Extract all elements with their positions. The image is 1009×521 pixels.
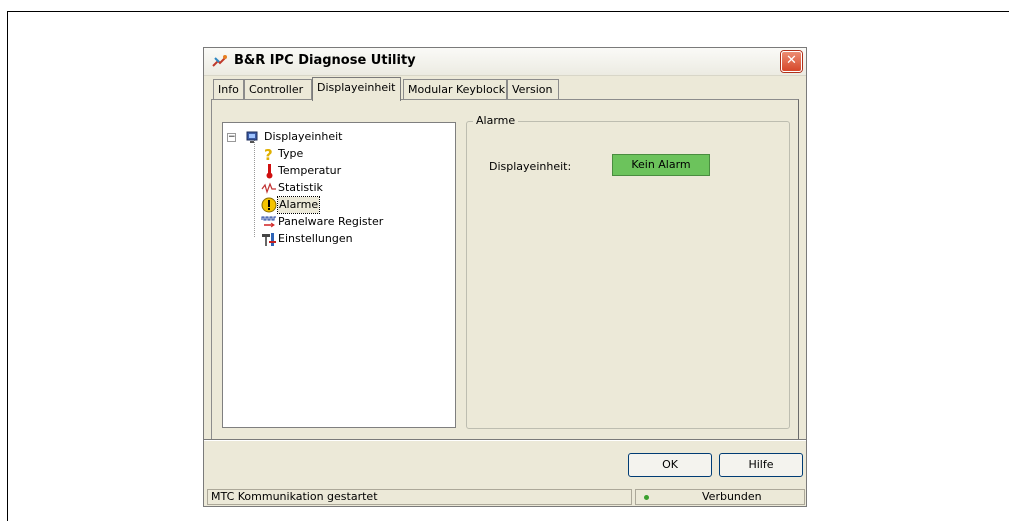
svg-text:?: ? [264, 146, 273, 162]
tree-label: Statistik [278, 181, 323, 194]
connection-led-icon [644, 495, 649, 500]
collapse-icon[interactable]: − [227, 133, 236, 142]
close-button[interactable]: ✕ [781, 51, 802, 72]
tab-info[interactable]: Info [213, 79, 244, 99]
ok-button[interactable]: OK [628, 453, 712, 477]
app-icon [212, 54, 228, 68]
groupbox-legend: Alarme [473, 114, 519, 127]
warning-icon [261, 197, 277, 213]
close-icon: ✕ [786, 53, 797, 68]
tree-label: Type [278, 147, 304, 160]
waveform-icon [261, 180, 277, 196]
dialog-window: B&R IPC Diagnose Utility ✕ Info Controll… [203, 47, 807, 507]
window-title: B&R IPC Diagnose Utility [234, 53, 416, 68]
help-button[interactable]: Hilfe [719, 453, 803, 477]
thermometer-icon [261, 163, 277, 179]
monitor-icon [245, 129, 261, 145]
tab-modular-keyblock[interactable]: Modular Keyblock [403, 79, 507, 99]
connection-status: Verbunden [635, 489, 805, 505]
tab-panel: − Displayeinheit ? Type Temperatur Stati… [211, 99, 799, 441]
tree-item-einstellungen[interactable]: Einstellungen [223, 231, 453, 247]
status-message: MTC Kommunikation gestartet [207, 489, 632, 505]
alarm-status-badge: Kein Alarm [612, 154, 710, 176]
status-bar: MTC Kommunikation gestartet Verbunden [207, 489, 805, 506]
tree-label: Panelware Register [278, 215, 384, 228]
displayeinheit-label: Displayeinheit: [489, 160, 572, 173]
tree-item-statistik[interactable]: Statistik [223, 180, 453, 196]
separator [204, 439, 806, 441]
tab-displayeinheit[interactable]: Displayeinheit [312, 77, 401, 101]
tree-label: Displayeinheit [264, 130, 343, 143]
alarm-groupbox: Alarme Displayeinheit: Kein Alarm [466, 114, 790, 429]
tab-controller[interactable]: Controller [244, 79, 312, 99]
tree-label-selected: Alarme [276, 196, 321, 214]
tab-version[interactable]: Version [507, 79, 559, 99]
frame-top-line [7, 11, 1009, 12]
tree-view[interactable]: − Displayeinheit ? Type Temperatur Stati… [222, 122, 456, 428]
title-bar[interactable]: B&R IPC Diagnose Utility ✕ [204, 48, 806, 76]
tree-item-alarme[interactable]: Alarme [223, 196, 453, 214]
tree-item-displayeinheit[interactable]: − Displayeinheit [223, 129, 453, 145]
tree-label: Temperatur [278, 164, 342, 177]
tree-item-type[interactable]: ? Type [223, 146, 453, 164]
tree-item-temperatur[interactable]: Temperatur [223, 163, 453, 179]
tree-item-panelware-register[interactable]: Panelware Register [223, 214, 453, 230]
tools-icon [261, 231, 277, 247]
connection-label: Verbunden [702, 490, 762, 503]
register-icon [261, 214, 277, 230]
question-icon: ? [261, 146, 277, 164]
tree-label: Einstellungen [278, 232, 353, 245]
frame-left-line [7, 11, 8, 521]
